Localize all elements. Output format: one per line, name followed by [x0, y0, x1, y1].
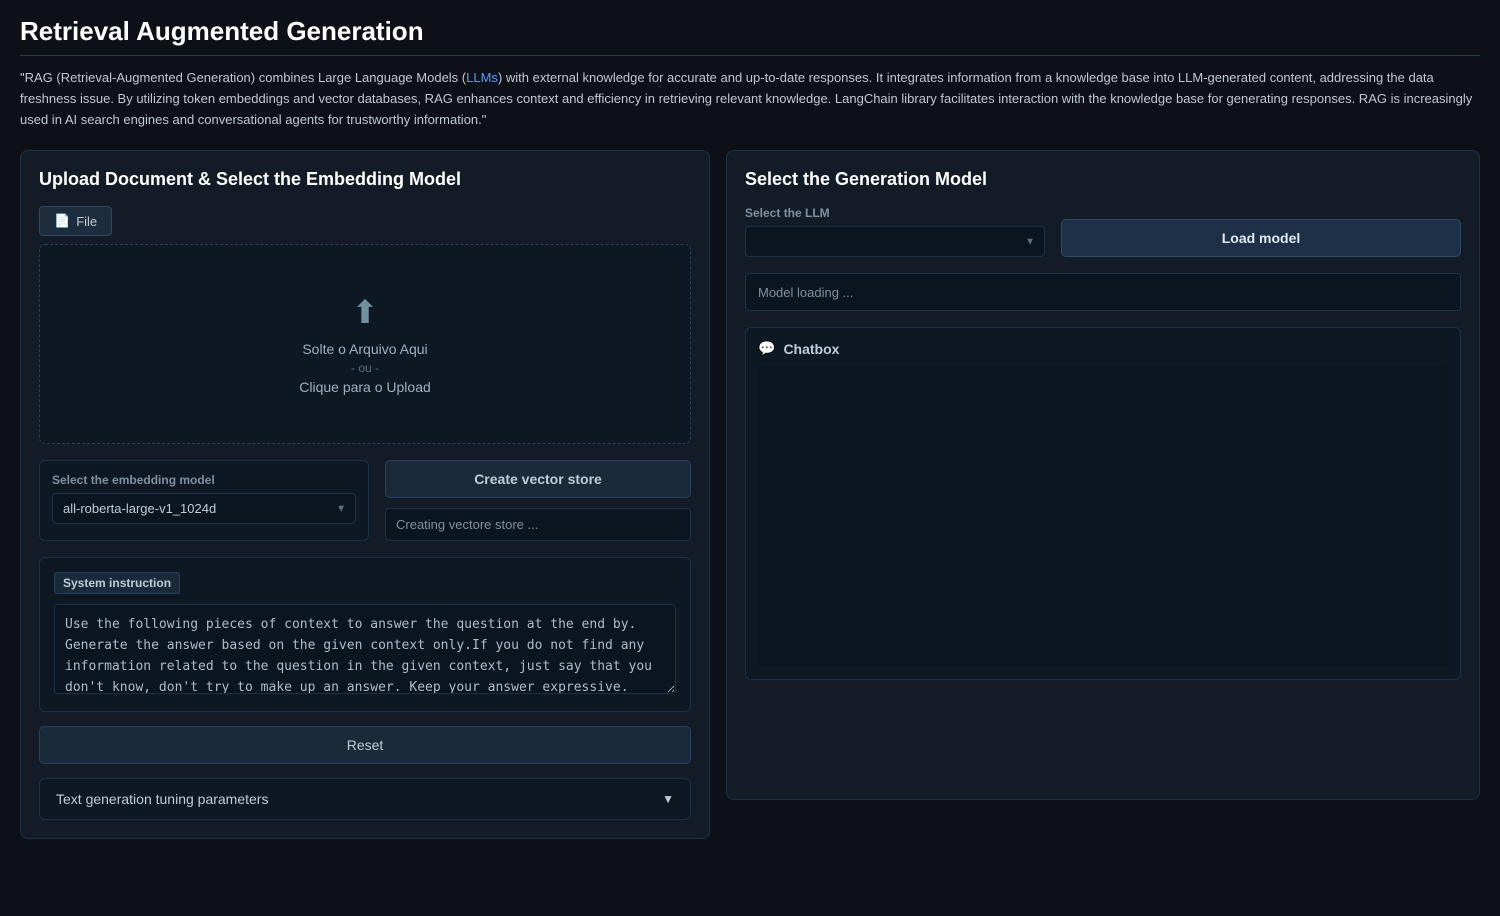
file-icon: 📄 [54, 213, 70, 229]
system-instruction-section: System instruction [39, 557, 691, 712]
left-panel-title: Upload Document & Select the Embedding M… [39, 169, 691, 190]
upload-icon: ⬆ [352, 293, 379, 331]
right-panel-title: Select the Generation Model [745, 169, 1461, 190]
embedding-model-select-wrapper: all-roberta-large-v1_1024d all-MiniLM-L6… [52, 493, 356, 524]
llm-select[interactable] [745, 226, 1045, 257]
chatbox-header: 💬 Chatbox [758, 340, 1448, 357]
file-button-label: File [76, 214, 97, 229]
chatbox-label: Chatbox [783, 341, 839, 357]
load-model-button[interactable]: Load model [1061, 219, 1461, 257]
vector-store-status: Creating vectore store ... [385, 508, 691, 541]
create-vector-store-button[interactable]: Create vector store [385, 460, 691, 498]
upload-or-text: - ou - [351, 361, 379, 375]
chatbox-body [758, 367, 1448, 667]
upload-dropzone[interactable]: ⬆ Solte o Arquivo Aqui - ou - Clique par… [39, 244, 691, 444]
page-description: "RAG (Retrieval-Augmented Generation) co… [20, 68, 1480, 130]
right-panel: Select the Generation Model Select the L… [726, 150, 1480, 800]
page-title: Retrieval Augmented Generation [20, 16, 1480, 56]
tuning-accordion[interactable]: Text generation tuning parameters ▼ [39, 778, 691, 820]
embedding-model-block: Select the embedding model all-roberta-l… [39, 460, 369, 541]
file-button[interactable]: 📄 File [39, 206, 112, 236]
vector-store-block: Create vector store Creating vectore sto… [385, 460, 691, 541]
chatbox-icon: 💬 [758, 340, 775, 357]
upload-click-text: Clique para o Upload [299, 379, 431, 395]
system-instruction-textarea[interactable] [54, 604, 676, 694]
left-panel: Upload Document & Select the Embedding M… [20, 150, 710, 839]
upload-drop-text: Solte o Arquivo Aqui [302, 341, 427, 357]
reset-button[interactable]: Reset [39, 726, 691, 764]
llm-select-block: Select the LLM [745, 206, 1045, 257]
embedding-model-label: Select the embedding model [52, 473, 356, 487]
tuning-label: Text generation tuning parameters [56, 791, 268, 807]
llm-select-wrapper [745, 226, 1045, 257]
main-layout: Upload Document & Select the Embedding M… [20, 150, 1480, 839]
system-instruction-label: System instruction [54, 572, 180, 594]
llm-row: Select the LLM Load model [745, 206, 1461, 257]
llm-highlight: LLMs [466, 70, 498, 85]
llm-select-label: Select the LLM [745, 206, 1045, 220]
chatbox-section: 💬 Chatbox [745, 327, 1461, 680]
chevron-down-icon: ▼ [662, 792, 674, 806]
model-loading-status: Model loading ... [745, 273, 1461, 311]
embedding-row: Select the embedding model all-roberta-l… [39, 460, 691, 541]
file-button-row: 📄 File [39, 206, 691, 236]
embedding-model-select[interactable]: all-roberta-large-v1_1024d all-MiniLM-L6… [52, 493, 356, 524]
